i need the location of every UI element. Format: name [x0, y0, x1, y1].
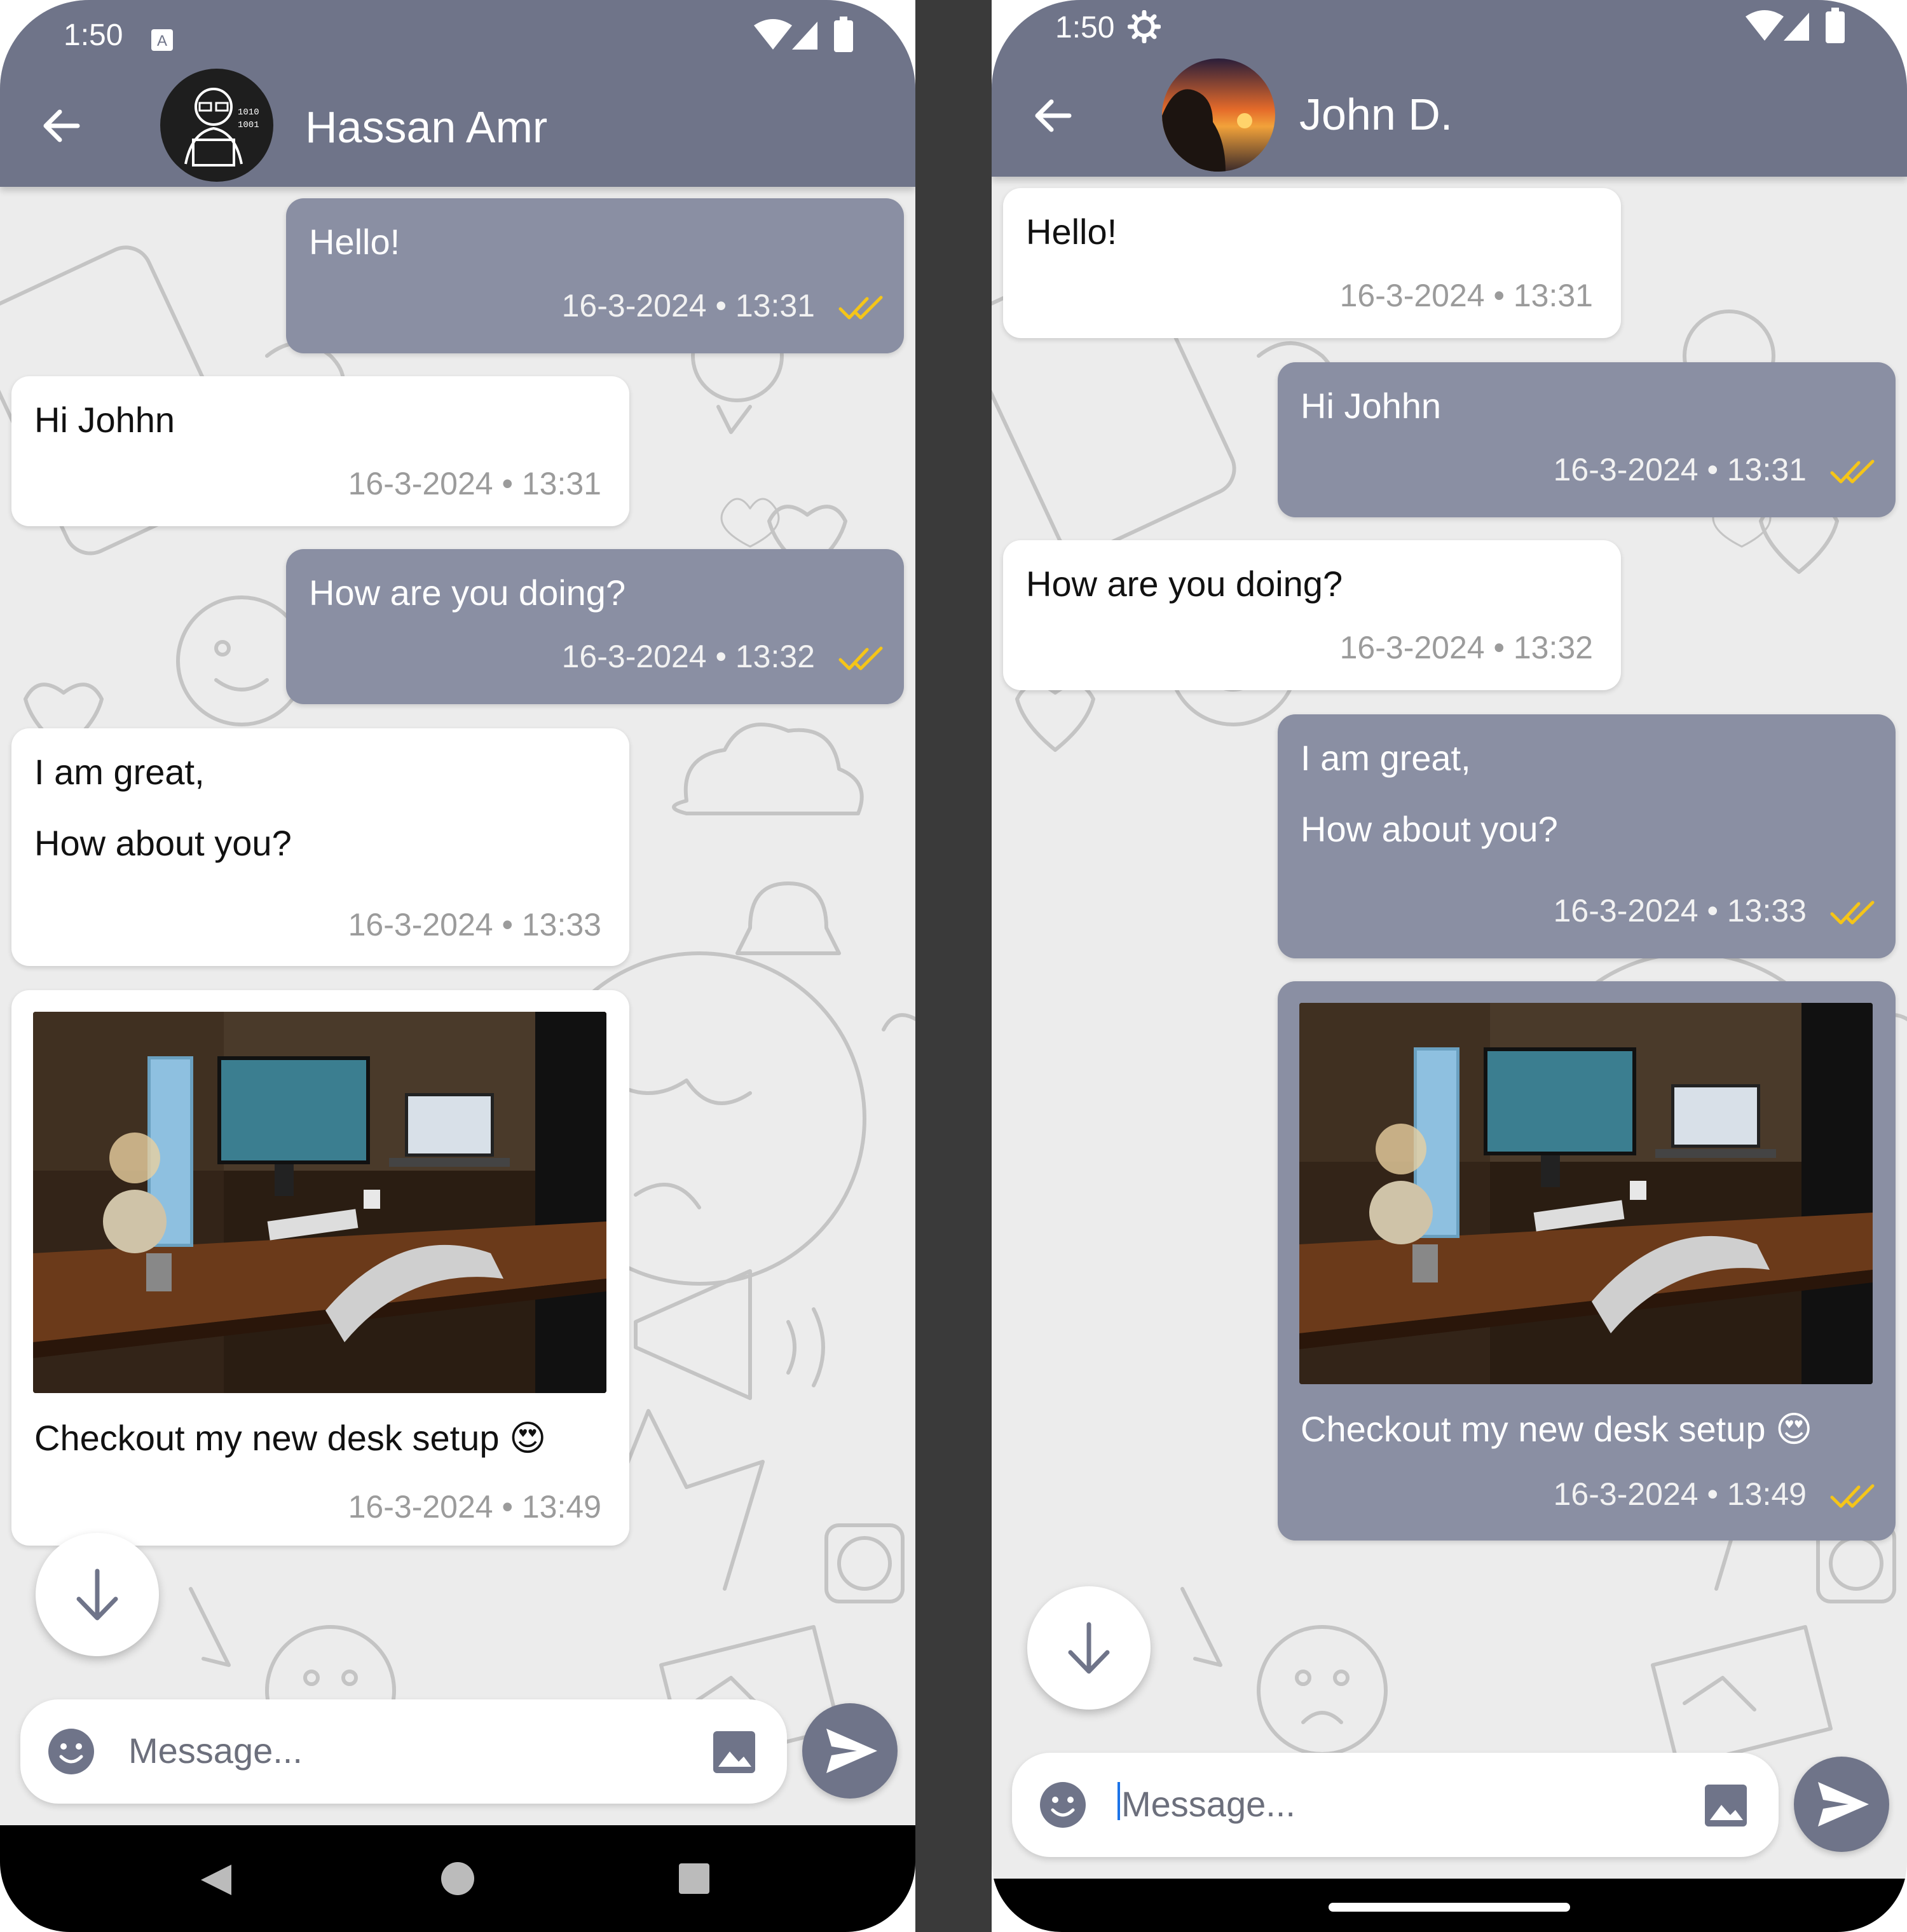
gear-icon [1128, 10, 1161, 43]
back-arrow-icon[interactable] [1029, 90, 1079, 141]
double-check-icon [1829, 1482, 1876, 1510]
avatar[interactable]: 1010 1001 [160, 69, 273, 182]
desk-setup-photo[interactable] [1299, 1003, 1873, 1384]
svg-text:1001: 1001 [238, 120, 259, 130]
send-button[interactable] [802, 1703, 898, 1799]
svg-text:1010: 1010 [238, 107, 259, 118]
phone-left: 1:50 A 1010 1001 Hassan Amr Hello! 16-3-… [0, 0, 915, 1932]
message-timestamp: 16-3-2024 • 13:49 [348, 1489, 601, 1525]
signal-icon [1784, 13, 1809, 41]
chat-header: 1:50 A 1010 1001 Hassan Amr [0, 0, 915, 187]
message-caption: Checkout my new desk setup 😍 [34, 1418, 547, 1458]
status-time: 1:50 [64, 18, 123, 52]
message-timestamp: 16-3-2024 • 13:33 [348, 907, 601, 942]
message-input[interactable]: Message... [1121, 1783, 1295, 1825]
emoji-icon[interactable] [1039, 1781, 1087, 1829]
a-notification-icon: A [151, 29, 173, 51]
message-timestamp: 16-3-2024 • 13:49 [1553, 1476, 1807, 1512]
text-cursor [1118, 1782, 1120, 1820]
message-bubble-incoming[interactable]: Hi Johhn 16-3-2024 • 13:31 [11, 376, 629, 526]
signal-icon [792, 22, 817, 50]
message-text: Hello! [1026, 212, 1118, 252]
message-timestamp: 16-3-2024 • 13:31 [561, 288, 815, 323]
message-bubble-incoming[interactable]: I am great, How about you? 16-3-2024 • 1… [11, 728, 629, 966]
gesture-nav-bar [992, 1879, 1907, 1932]
double-check-icon [1829, 899, 1876, 927]
double-check-icon [838, 644, 885, 672]
message-text: How are you doing? [309, 573, 626, 613]
nav-recents-icon[interactable] [678, 1862, 711, 1895]
svg-text:A: A [157, 32, 167, 50]
message-timestamp: 16-3-2024 • 13:32 [1339, 630, 1593, 665]
message-bubble-incoming[interactable]: Hello! 16-3-2024 • 13:31 [1003, 188, 1621, 338]
message-timestamp: 16-3-2024 • 13:31 [1339, 278, 1593, 313]
message-text: How are you doing? [1026, 564, 1343, 604]
contact-name: John D. [1299, 90, 1453, 139]
double-check-icon [838, 294, 885, 322]
message-input[interactable]: Message... [128, 1730, 303, 1771]
contact-name: Hassan Amr [305, 102, 548, 152]
message-text: Hello! [309, 222, 400, 262]
message-bubble-outgoing[interactable]: Hello! 16-3-2024 • 13:31 [286, 198, 904, 353]
arrow-down-icon [76, 1568, 118, 1621]
message-timestamp: 16-3-2024 • 13:32 [561, 639, 815, 674]
message-text: Hi Johhn [34, 400, 175, 440]
message-text: Hi Johhn [1301, 386, 1442, 426]
message-input-bar[interactable]: Message... [1012, 1753, 1779, 1857]
message-bubble-outgoing-image[interactable]: Checkout my new desk setup 😍 16-3-2024 •… [1278, 981, 1896, 1541]
chat-header: 1:50 John D. [992, 0, 1907, 177]
message-bubble-outgoing[interactable]: I am great, How about you? 16-3-2024 • 1… [1278, 714, 1896, 958]
emoji-icon[interactable] [47, 1727, 95, 1776]
image-attach-icon[interactable] [1704, 1783, 1748, 1828]
desk-setup-photo[interactable] [33, 1012, 606, 1393]
arrow-down-icon [1068, 1622, 1110, 1674]
status-time: 1:50 [1055, 11, 1115, 44]
message-text-line: How about you? [34, 823, 292, 863]
phone-right: 1:50 John D. Hello! 16-3-2024 • 13:31 Hi… [992, 0, 1907, 1932]
message-timestamp: 16-3-2024 • 13:31 [348, 466, 601, 501]
nav-home-icon[interactable] [440, 1861, 475, 1896]
nav-back-icon[interactable] [197, 1861, 235, 1899]
battery-icon [1826, 8, 1845, 43]
wifi-icon [754, 19, 792, 50]
message-text-line: I am great, [1301, 738, 1471, 778]
home-gesture-handle[interactable] [1329, 1903, 1570, 1912]
send-icon [826, 1729, 877, 1773]
message-text-line: How about you? [1301, 809, 1558, 849]
battery-icon [834, 17, 853, 52]
message-bubble-incoming[interactable]: How are you doing? 16-3-2024 • 13:32 [1003, 540, 1621, 690]
message-timestamp: 16-3-2024 • 13:31 [1553, 452, 1807, 487]
message-bubble-outgoing[interactable]: How are you doing? 16-3-2024 • 13:32 [286, 549, 904, 704]
device-divider [915, 0, 992, 1932]
double-check-icon [1829, 458, 1876, 486]
scroll-down-button[interactable] [1027, 1586, 1151, 1710]
image-attach-icon[interactable] [712, 1730, 756, 1774]
status-bar: 1:50 [992, 8, 1907, 55]
message-input-bar[interactable]: Message... [20, 1699, 787, 1804]
send-button[interactable] [1794, 1757, 1889, 1852]
wifi-icon [1746, 10, 1784, 41]
message-caption: Checkout my new desk setup 😍 [1301, 1409, 1813, 1449]
message-text-line: I am great, [34, 752, 205, 792]
back-arrow-icon[interactable] [37, 100, 88, 151]
message-bubble-incoming-image[interactable]: Checkout my new desk setup 😍 16-3-2024 •… [11, 990, 629, 1546]
message-timestamp: 16-3-2024 • 13:33 [1553, 893, 1807, 929]
scroll-down-button[interactable] [36, 1533, 159, 1656]
avatar[interactable] [1162, 58, 1275, 172]
message-bubble-outgoing[interactable]: Hi Johhn 16-3-2024 • 13:31 [1278, 362, 1896, 517]
status-bar: 1:50 A [0, 10, 915, 55]
coder-avatar-icon: 1010 1001 [184, 88, 259, 167]
sunset-avatar-icon [1162, 58, 1275, 172]
send-icon [1818, 1782, 1869, 1827]
android-nav-bar [0, 1825, 915, 1932]
